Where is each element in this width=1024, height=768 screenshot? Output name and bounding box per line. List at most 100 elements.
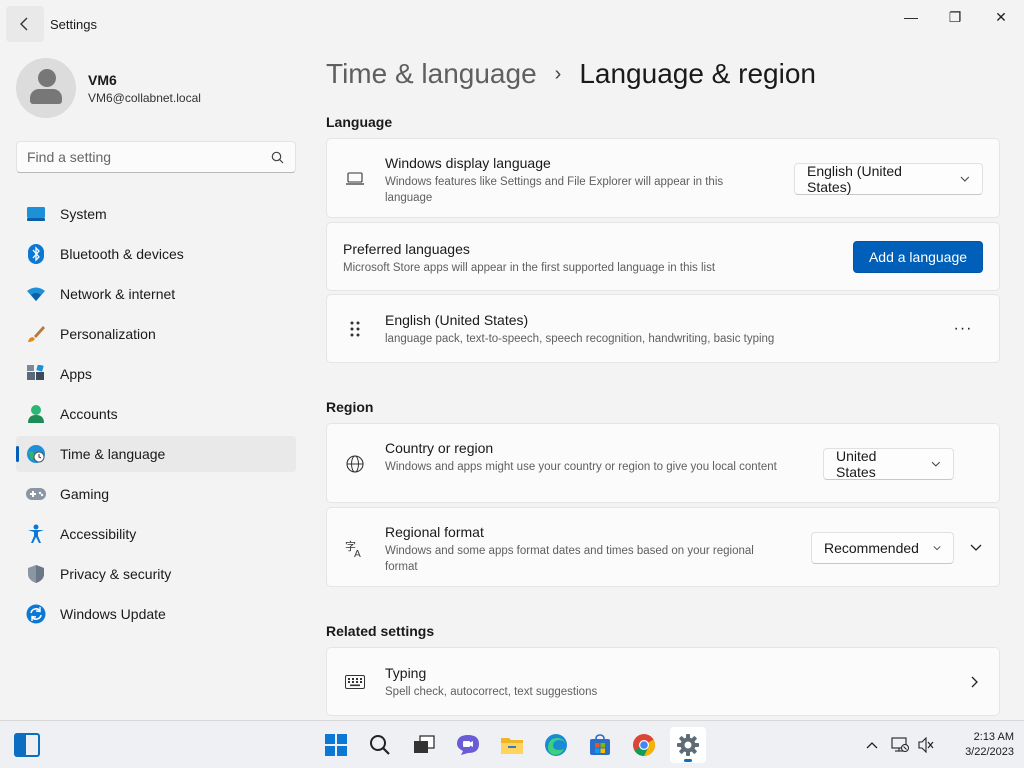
regional-format-value: Recommended [824,540,919,556]
sidebar-item-label: Network & internet [60,286,176,302]
regional-format-desc: Windows and some apps format dates and t… [385,545,754,573]
file-explorer-button[interactable] [494,727,530,763]
related-settings-title: Related settings [326,623,435,639]
minimize-button[interactable]: — [888,4,934,30]
accounts-icon [26,404,46,424]
taskbar-clock[interactable]: 2:13 AM 3/22/2023 [944,730,1014,760]
edge-button[interactable] [538,727,574,763]
volume-muted-icon [918,737,934,753]
breadcrumb-parent[interactable]: Time & language [326,58,537,90]
country-region-title: Country or region [385,440,494,456]
typing-open-button[interactable] [960,667,990,697]
sidebar-item-accounts[interactable]: Accounts [16,396,296,432]
gamepad-icon [26,484,46,504]
chevron-right-icon [971,676,978,688]
page-title: Language & region [579,58,816,89]
title-bar: Settings — ❐ ✕ [0,0,1024,48]
country-region-desc: Windows and apps might use your country … [385,461,777,473]
display-language-dropdown[interactable]: English (United States) [794,163,983,195]
app-title: Settings [50,17,97,32]
sidebar-item-network[interactable]: Network & internet [16,276,296,312]
sidebar-item-label: System [60,206,107,222]
sidebar-item-label: Personalization [60,326,156,342]
regional-format-dropdown[interactable]: Recommended [811,532,954,564]
back-arrow-icon [20,17,28,31]
laptop-icon [345,169,365,189]
start-button[interactable] [318,727,354,763]
more-icon: ··· [953,320,973,337]
sidebar-item-gaming[interactable]: Gaming [16,476,296,512]
user-name: VM6 [88,71,117,88]
sidebar-item-label: Accounts [60,406,118,422]
sidebar-item-label: Windows Update [60,606,166,622]
task-view-button[interactable] [406,727,442,763]
sidebar-item-apps[interactable]: Apps [16,356,296,392]
user-profile[interactable]: VM6 VM6@collabnet.local [16,58,201,118]
chrome-button[interactable] [626,727,662,763]
network-tray-button[interactable] [890,735,910,755]
svg-text:A: A [354,549,361,558]
sidebar-item-label: Apps [60,366,92,382]
store-button[interactable] [582,727,618,763]
network-icon [26,284,46,304]
show-hidden-icons-button[interactable] [862,735,882,755]
display-language-title: Windows display language [385,155,551,171]
search-input[interactable] [27,149,269,165]
display-language-value: English (United States) [807,163,902,195]
display-language-card: Windows display language Windows feature… [326,138,1000,218]
add-language-button[interactable]: Add a language [853,241,983,273]
system-icon [26,204,46,224]
chrome-icon [633,734,655,756]
search-icon[interactable] [269,149,285,165]
restore-button[interactable]: ❐ [932,4,978,30]
more-options-button[interactable]: ··· [947,313,979,345]
search-box[interactable] [16,141,296,173]
clock-time: 2:13 AM [973,731,1014,743]
country-region-dropdown[interactable]: United States [823,448,954,480]
sidebar-item-windows-update[interactable]: Windows Update [16,596,296,632]
regional-format-card: 字A Regional format Windows and some apps… [326,507,1000,587]
preferred-languages-card: Preferred languages Microsoft Store apps… [326,222,1000,291]
taskbar-search-button[interactable] [362,727,398,763]
keyboard-icon [345,672,365,692]
sidebar-item-label: Time & language [60,446,166,462]
preferred-languages-desc: Microsoft Store apps will appear in the … [343,262,716,274]
close-button[interactable]: ✕ [978,4,1024,30]
avatar [16,58,76,118]
drag-handle-icon[interactable] [345,319,365,339]
sidebar-item-label: Gaming [60,486,110,502]
settings-taskbar-button[interactable] [670,727,706,763]
region-section-title: Region [326,399,374,415]
typing-card[interactable]: Typing Spell check, autocorrect, text su… [326,647,1000,716]
chat-button[interactable] [450,727,486,763]
sidebar-item-system[interactable]: System [16,196,296,232]
display-language-desc: Windows features like Settings and File … [385,176,724,204]
taskbar: 2:13 AM 3/22/2023 [0,720,1024,768]
volume-tray-button[interactable] [916,735,936,755]
task-view-icon [414,735,435,753]
sidebar-item-personalization[interactable]: Personalization [16,316,296,352]
user-email: VM6@collabnet.local [88,90,201,105]
store-icon [590,734,610,755]
apps-icon [26,364,46,384]
clock-date: 3/22/2023 [965,746,1014,758]
brush-icon [26,324,46,344]
back-button[interactable] [6,6,44,42]
regional-format-title: Regional format [385,524,484,540]
sidebar-item-privacy[interactable]: Privacy & security [16,556,296,592]
sidebar-item-label: Accessibility [60,526,137,542]
language-section-title: Language [326,114,393,130]
expand-regional-format-button[interactable] [961,533,991,563]
preferred-languages-title: Preferred languages [343,241,470,257]
sidebar-item-bluetooth[interactable]: Bluetooth & devices [16,236,296,272]
english-language-title: English (United States) [385,312,529,328]
chevron-down-icon [931,461,941,467]
sidebar-item-accessibility[interactable]: Accessibility [16,516,296,552]
english-language-card[interactable]: English (United States) language pack, t… [326,294,1000,363]
edge-icon [545,734,567,756]
sidebar-item-time-language[interactable]: Time & language [16,436,296,472]
widgets-icon[interactable] [14,733,40,757]
update-icon [26,604,46,624]
folder-icon [501,738,523,754]
chat-icon [457,735,479,755]
